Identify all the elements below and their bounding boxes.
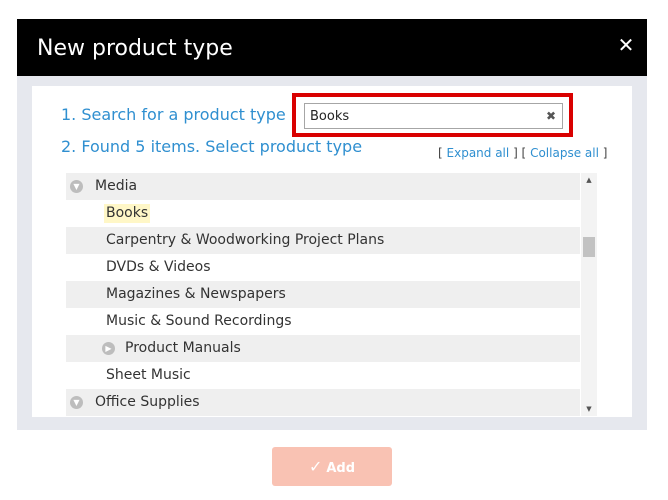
dialog-body: 1. Search for a product type 2. Found 5 … [32, 86, 632, 417]
scroll-down-icon[interactable]: ▼ [581, 402, 597, 416]
tree-scrollbar[interactable]: ▲ ▼ [581, 173, 597, 416]
tree-row-dvds[interactable]: DVDs & Videos [66, 254, 580, 281]
collapse-toggle-icon[interactable]: ▼ [70, 180, 83, 193]
bracket-separator: ] [ [513, 146, 527, 160]
scroll-thumb[interactable] [583, 237, 595, 257]
tree-row-sheet-music[interactable]: Sheet Music [66, 362, 580, 389]
bracket-open: [ [438, 146, 443, 160]
expand-toggle-icon[interactable]: ▶ [102, 342, 115, 355]
tree-row-label: Magazines & Newspapers [106, 286, 286, 302]
tree-row-office-supplies[interactable]: ▼ Office Supplies [66, 389, 580, 416]
check-icon: ✓ [308, 457, 323, 476]
close-button[interactable]: ✕ [615, 33, 637, 57]
dialog-title: New product type [37, 36, 233, 61]
scroll-up-icon[interactable]: ▲ [581, 173, 597, 187]
tree-row-carpentry[interactable]: Carpentry & Woodworking Project Plans [66, 227, 580, 254]
tree-row-magazines[interactable]: Magazines & Newspapers [66, 281, 580, 308]
new-product-type-dialog: New product type ✕ 1. Search for a produ… [17, 19, 647, 430]
expand-all-link[interactable]: Expand all [447, 146, 510, 160]
tree-row-product-manuals[interactable]: ▶ Product Manuals [66, 335, 580, 362]
clear-icon[interactable]: ✖ [546, 108, 556, 124]
tree-row-books[interactable]: Books [66, 200, 580, 227]
tree-controls: [ Expand all ] [ Collapse all ] [438, 145, 607, 161]
search-input[interactable] [305, 104, 535, 128]
tree-row-label: Office Supplies [95, 394, 200, 410]
search-prompt: 1. Search for a product type [61, 105, 286, 124]
add-button-label: Add [326, 461, 356, 476]
tree-row-media[interactable]: ▼ Media [66, 173, 580, 200]
dialog-header: New product type ✕ [17, 19, 647, 76]
search-field: ✖ [304, 103, 563, 129]
product-type-tree: ▼ Media Books Carpentry & Woodworking Pr… [66, 173, 598, 416]
tree-row-label: DVDs & Videos [106, 259, 211, 275]
close-icon: ✕ [617, 33, 635, 57]
collapse-all-link[interactable]: Collapse all [530, 146, 599, 160]
tree-row-label: Sheet Music [106, 367, 191, 383]
bracket-close: ] [602, 146, 608, 160]
found-items-text: 2. Found 5 items. Select product type [61, 137, 363, 156]
tree-row-label: Music & Sound Recordings [106, 313, 292, 329]
tree-row-label: Carpentry & Woodworking Project Plans [106, 232, 385, 248]
add-button[interactable]: ✓ Add [272, 447, 392, 486]
tree-row-music[interactable]: Music & Sound Recordings [66, 308, 580, 335]
tree-row-label: Books [104, 204, 151, 223]
collapse-toggle-icon[interactable]: ▼ [70, 396, 83, 409]
tree-row-label: Media [95, 178, 138, 194]
tree-row-label: Product Manuals [125, 340, 241, 356]
add-button-content: ✓ Add [272, 447, 392, 486]
